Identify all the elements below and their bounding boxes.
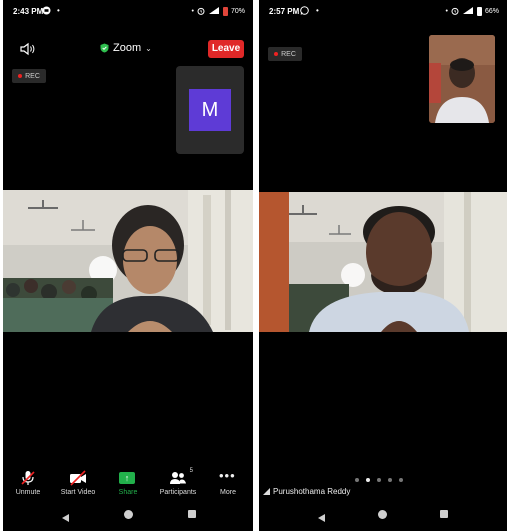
status-bar: 2:57 PM • • 66% xyxy=(259,0,507,22)
recording-badge: REC xyxy=(12,69,46,83)
recording-label: REC xyxy=(281,50,296,58)
leave-button[interactable]: Leave xyxy=(208,40,244,58)
participants-label: Participants xyxy=(159,489,197,496)
speaker-icon[interactable] xyxy=(19,42,37,56)
self-video-tile[interactable] xyxy=(429,35,495,123)
page-dot[interactable] xyxy=(388,478,392,482)
share-icon: ↑ xyxy=(119,470,137,486)
speaker-name-tag: Purushothama Reddy xyxy=(263,487,350,496)
unmute-label: Unmute xyxy=(15,489,41,496)
battery-icon xyxy=(476,7,482,16)
meeting-title-button[interactable]: Zoom ⌄ xyxy=(100,42,152,54)
battery-percent: 70% xyxy=(230,8,245,15)
start-video-button[interactable]: Start Video xyxy=(55,470,101,502)
signal-icon xyxy=(208,6,220,17)
status-indicators: • 70% xyxy=(192,6,245,17)
participants-icon: 5 xyxy=(169,468,193,486)
page-dot[interactable] xyxy=(355,478,359,482)
thumbnail-video-image xyxy=(429,35,495,123)
speaker-name: Purushothama Reddy xyxy=(273,487,351,496)
start-video-label: Start Video xyxy=(60,489,96,496)
alarm-icon xyxy=(197,7,205,17)
page-dot-active[interactable] xyxy=(366,478,370,482)
participant-count: 5 xyxy=(189,468,193,474)
chevron-down-icon: ⌄ xyxy=(145,43,152,53)
battery-icon xyxy=(222,7,228,16)
notification-app-icon xyxy=(41,6,51,16)
recording-dot-icon xyxy=(274,52,279,56)
alarm-icon xyxy=(451,7,459,17)
battery-percent: 66% xyxy=(484,8,499,15)
page-dot[interactable] xyxy=(399,478,403,482)
meeting-top-bar: Zoom ⌄ Leave xyxy=(3,38,253,60)
recents-icon[interactable] xyxy=(188,510,196,518)
recording-label: REC xyxy=(25,72,40,80)
status-indicators: • 66% xyxy=(446,6,499,17)
meeting-title: Zoom xyxy=(113,42,142,54)
recents-icon[interactable] xyxy=(440,510,448,518)
home-icon[interactable] xyxy=(124,510,133,519)
meeting-toolbar: Unmute Start Video ↑ Share 5 Participant… xyxy=(3,468,253,502)
video-off-icon xyxy=(69,470,87,486)
status-time: 2:43 PM xyxy=(13,7,44,16)
more-icon: ••• xyxy=(219,468,236,483)
status-dot: • xyxy=(445,8,448,15)
whatsapp-icon xyxy=(299,6,309,16)
active-speaker-video[interactable] xyxy=(3,190,253,332)
connection-signal-icon xyxy=(263,488,270,495)
notification-dot: • xyxy=(57,6,60,15)
share-label: Share xyxy=(118,489,138,496)
video-frame-image xyxy=(259,192,507,332)
recording-dot-icon xyxy=(18,74,23,78)
signal-icon xyxy=(462,6,474,17)
share-button[interactable]: ↑ Share xyxy=(105,470,151,502)
unmute-button[interactable]: Unmute xyxy=(5,470,51,502)
more-label: More xyxy=(220,489,236,496)
page-indicator[interactable] xyxy=(355,478,403,482)
video-frame-image xyxy=(3,190,253,332)
home-icon[interactable] xyxy=(378,510,387,519)
avatar: M xyxy=(189,89,231,131)
back-icon[interactable] xyxy=(61,510,70,528)
status-dot: • xyxy=(191,8,194,15)
status-bar: 2:43 PM • • 70% xyxy=(3,0,253,22)
phone-screen-right: 2:57 PM • • 66% REC Purushothama Reddy xyxy=(259,0,507,531)
more-button[interactable]: ••• More xyxy=(205,468,251,502)
status-time: 2:57 PM xyxy=(269,7,300,16)
page-dot[interactable] xyxy=(377,478,381,482)
active-speaker-video[interactable] xyxy=(259,192,507,332)
shield-icon xyxy=(100,43,109,53)
self-video-tile[interactable]: M xyxy=(176,66,244,154)
android-nav-bar xyxy=(259,505,507,525)
participants-button[interactable]: 5 Participants xyxy=(155,468,201,502)
recording-badge: REC xyxy=(268,47,302,61)
muted-mic-icon xyxy=(19,470,37,486)
notification-dot: • xyxy=(316,6,319,15)
android-nav-bar xyxy=(3,505,253,525)
phone-screen-left: 2:43 PM • • 70% Zoom ⌄ Leave REC M Unmut… xyxy=(3,0,253,531)
back-icon[interactable] xyxy=(317,510,326,528)
